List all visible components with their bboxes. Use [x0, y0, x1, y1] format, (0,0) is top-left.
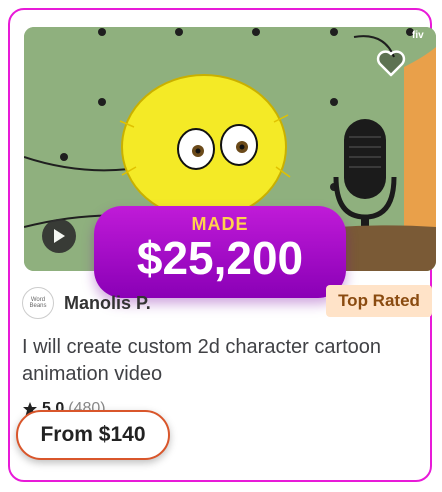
play-video-button[interactable] — [42, 219, 76, 253]
play-icon — [54, 229, 65, 243]
heart-icon — [376, 50, 406, 77]
earnings-amount: $25,200 — [136, 232, 304, 284]
seller-name[interactable]: Manolis P. — [64, 293, 151, 314]
seller-avatar[interactable]: Word Beans — [22, 287, 54, 319]
seller-info[interactable]: Word Beans Manolis P. — [22, 287, 151, 319]
avatar-text: Word Beans — [29, 297, 47, 309]
favorite-button[interactable] — [374, 46, 408, 80]
seller-level-badge: Top Rated — [326, 285, 432, 317]
thumbnail-watermark: fiv — [412, 30, 424, 41]
gig-title[interactable]: I will create custom 2d character cartoo… — [22, 334, 422, 388]
price-button[interactable]: From $140 — [16, 410, 170, 460]
earnings-badge: MADE $25,200 — [94, 206, 346, 298]
